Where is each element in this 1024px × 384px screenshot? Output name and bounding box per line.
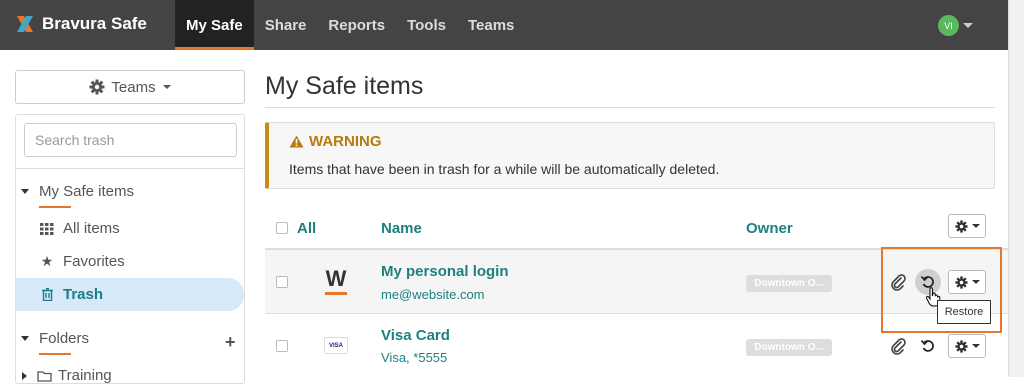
nav-my-safe[interactable]: My Safe [175,0,254,50]
row-checkbox[interactable] [276,340,288,352]
owner-badge: Downtown O... [746,339,832,356]
attachment-icon[interactable] [888,336,908,356]
row-gear-button[interactable] [948,334,986,358]
expand-triangle-icon [22,371,27,380]
sidebar-item-label: All items [63,220,120,237]
nav-reports[interactable]: Reports [317,0,396,50]
nav-tools[interactable]: Tools [396,0,457,50]
restore-icon[interactable] [918,336,938,356]
nav-share[interactable]: Share [254,0,318,50]
avatar: VI [938,15,959,36]
all-header[interactable]: All [297,220,316,237]
sidebar-item-label: Trash [63,286,104,303]
sidebar-item-trash[interactable]: Trash [16,278,244,311]
sidebar-item-label: Favorites [63,253,125,270]
item-name-link[interactable]: My personal login [381,263,509,280]
folder-training[interactable]: Training [16,367,112,384]
visa-card-icon: VISA [324,337,348,354]
annotation-highlight-box [881,247,1002,333]
teams-button-label: Teams [111,78,156,96]
search-trash-input[interactable] [24,123,237,157]
sidebar-item-all-items[interactable]: All items [16,212,244,245]
warning-callout: WARNING Items that have been in trash fo… [265,122,995,189]
sidebar-item-favorites[interactable]: ★ Favorites [16,245,244,278]
logo-letter: W [325,265,347,291]
gear-icon [954,339,968,353]
owner-badge: Downtown O... [746,275,832,292]
page-title: My Safe items [265,72,424,100]
item-subtitle: Visa, *5555 [381,350,448,365]
teams-dropdown-button[interactable]: Teams [15,70,245,104]
divider [265,107,995,108]
nav-teams[interactable]: Teams [457,0,525,50]
folders-group[interactable]: Folders [16,330,89,347]
brand-name: Bravura Safe [42,14,147,33]
bulk-actions-gear-button[interactable] [948,214,986,238]
folders-underline [39,353,71,355]
divider [16,168,244,169]
warning-title-text: WARNING [309,133,382,150]
my-safe-items-header: My Safe items [39,183,135,200]
gear-icon [89,79,105,95]
folder-label: Training [58,367,112,384]
warning-title: WARNING [289,133,382,150]
star-icon: ★ [40,253,54,269]
brand[interactable]: Bravura Safe [14,13,147,35]
select-all-checkbox[interactable] [276,222,288,234]
folders-header: Folders [39,330,90,347]
warning-text: Items that have been in trash for a whil… [289,161,720,177]
item-subtitle: me@website.com [381,287,485,302]
caret-down-icon [971,224,980,228]
sidebar-panel: My Safe items All items ★ Favorites Tras… [15,114,245,384]
trash-icon [38,288,56,301]
gear-icon [954,219,968,233]
collapse-triangle-icon [21,336,29,341]
scrollbar[interactable] [1008,0,1024,377]
collapse-triangle-icon [21,189,29,194]
visa-logo-text: VISA [328,342,343,349]
my-safe-items-group[interactable]: My Safe items [16,183,134,200]
bravura-logo-icon [17,16,33,32]
website-logo-icon: W [322,266,350,296]
user-menu[interactable]: VI [938,15,973,36]
warning-icon [289,135,304,148]
caret-down-icon [971,344,980,348]
item-name-link[interactable]: Visa Card [381,327,450,344]
active-underline [39,206,71,208]
folder-icon [37,370,52,382]
name-column-header[interactable]: Name [381,220,422,237]
main-nav: My Safe Share Reports Tools Teams [175,0,525,50]
caret-down-icon [162,85,171,89]
row-checkbox[interactable] [276,276,288,288]
top-navbar: Bravura Safe My Safe Share Reports Tools… [0,0,1008,50]
add-folder-icon[interactable]: + [225,332,236,353]
chevron-down-icon [963,23,973,28]
owner-column-header[interactable]: Owner [746,220,793,237]
grid-icon [38,222,56,235]
